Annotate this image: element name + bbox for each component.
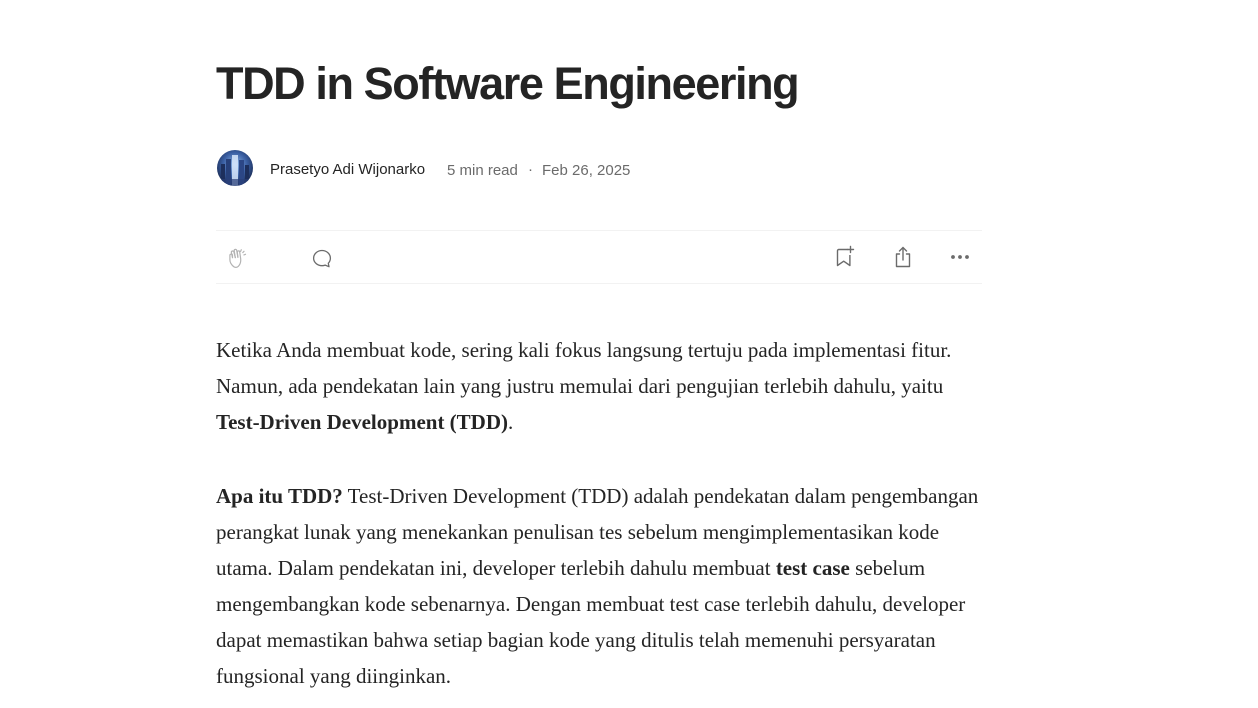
comment-button[interactable]: [309, 245, 335, 271]
more-options-button[interactable]: [947, 244, 973, 270]
article-action-bar: [216, 230, 982, 284]
text-run: Ketika Anda membuat kode, sering kali fo…: [216, 338, 952, 398]
share-button[interactable]: [890, 244, 916, 270]
save-bookmark-button[interactable]: [831, 244, 857, 270]
paragraph-what-is-tdd: Apa itu TDD? Test-Driven Development (TD…: [216, 478, 982, 694]
bookmark-add-icon: [836, 245, 855, 267]
clap-icon: [229, 248, 247, 268]
clap-button[interactable]: [225, 245, 251, 271]
article-title: TDD in Software Engineering: [216, 58, 800, 109]
share-icon: [895, 246, 911, 268]
bold-term: Test-Driven Development (TDD): [216, 410, 509, 434]
meta-separator: ·: [528, 161, 533, 178]
read-time: 5 min read: [447, 162, 518, 179]
text-run: .: [508, 410, 514, 434]
byline: Prasetyo Adi Wijonarko 5 min read · Feb …: [216, 150, 982, 186]
bold-lead: Apa itu TDD?: [216, 484, 343, 508]
comment-bubble-icon: [312, 249, 332, 268]
bold-term: test case: [775, 556, 850, 580]
avatar-image: [217, 150, 253, 186]
paragraph-intro: Ketika Anda membuat kode, sering kali fo…: [216, 332, 982, 440]
author-avatar[interactable]: [217, 150, 253, 186]
author-name-link[interactable]: Prasetyo Adi Wijonarko: [270, 161, 425, 178]
publish-date: Feb 26, 2025: [542, 162, 631, 179]
more-horizontal-icon: [951, 255, 969, 259]
article-body: Ketika Anda membuat kode, sering kali fo…: [216, 332, 982, 708]
